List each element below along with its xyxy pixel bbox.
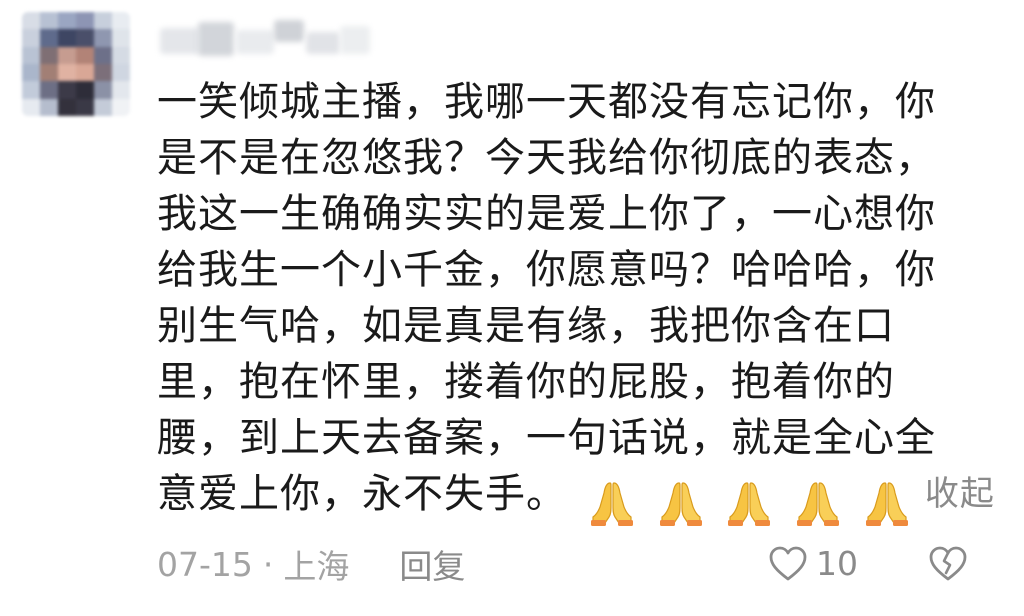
comment-line: 是不是在忽悠我？今天我给你彻底的表态，: [157, 135, 936, 181]
like-count: 10: [816, 544, 858, 583]
comment-line: 别生气哈，如是真是有缘，我把你含在口: [157, 303, 895, 349]
broken-heart-icon[interactable]: [928, 544, 968, 584]
comment-location: 上海: [283, 547, 350, 586]
heart-outline-icon: [769, 546, 807, 580]
comment-line: 腰，到上天去备案，一句话说，就是全心全: [157, 415, 936, 461]
folded-hands-icon: [591, 482, 633, 526]
like-button[interactable]: 10: [768, 544, 858, 583]
comment-text: 一笑倾城主播，我哪一天都没有忘记你，你 是不是在忽悠我？今天我给你彻底的表态， …: [157, 74, 994, 526]
folded-hands-icon: [659, 482, 702, 526]
username-censored[interactable]: [160, 18, 370, 58]
comment-meta: 07-15 · 上海 回复: [157, 540, 465, 588]
emoji-row: [587, 472, 917, 528]
folded-hands-icon: [797, 482, 840, 526]
comment-card: 一笑倾城主播，我哪一天都没有忘记你，你 是不是在忽悠我？今天我给你彻底的表态， …: [0, 0, 1024, 616]
comment-line: 里，抱在怀里，搂着你的屁股，抱着你的: [157, 359, 895, 405]
comment-line: 给我生一个小千金，你愿意吗？哈哈哈，你: [157, 247, 936, 293]
comment-date: 07-15: [157, 544, 253, 584]
folded-hands-icon: [865, 482, 908, 526]
collapse-button[interactable]: 收起: [925, 474, 995, 514]
folded-hands-icon: [728, 482, 771, 526]
comment-last-line: 意爱上你，永不失手。 收起: [157, 466, 994, 526]
comment-line: 意爱上你，永不失手。: [157, 471, 567, 517]
avatar[interactable]: [22, 12, 130, 116]
meta-separator: ·: [262, 544, 274, 584]
comment-line: 我这一生确确实实的是爱上你了，一心想你: [157, 191, 936, 237]
reply-button[interactable]: 回复: [399, 540, 465, 588]
comment-line: 一笑倾城主播，我哪一天都没有忘记你，你: [157, 79, 936, 125]
